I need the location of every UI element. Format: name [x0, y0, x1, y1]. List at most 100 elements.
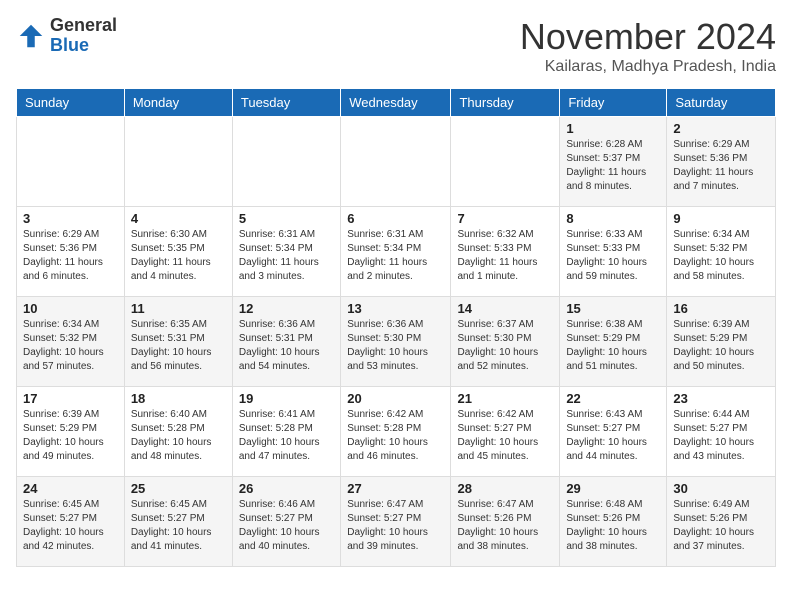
day-header-wednesday: Wednesday	[341, 89, 451, 117]
day-cell: 18 Sunrise: 6:40 AM Sunset: 5:28 PM Dayli…	[124, 387, 232, 477]
day-info: Sunrise: 6:49 AM Sunset: 5:26 PM Dayligh…	[673, 498, 769, 554]
day-info: Sunrise: 6:42 AM Sunset: 5:28 PM Dayligh…	[347, 408, 444, 464]
day-info: Sunrise: 6:46 AM Sunset: 5:27 PM Dayligh…	[239, 498, 334, 554]
day-header-monday: Monday	[124, 89, 232, 117]
day-header-thursday: Thursday	[451, 89, 560, 117]
day-number: 5	[239, 211, 334, 226]
month-title: November 2024	[520, 16, 776, 58]
day-cell: 17 Sunrise: 6:39 AM Sunset: 5:29 PM Dayli…	[17, 387, 125, 477]
day-number: 7	[457, 211, 553, 226]
day-info: Sunrise: 6:42 AM Sunset: 5:27 PM Dayligh…	[457, 408, 553, 464]
day-info: Sunrise: 6:30 AM Sunset: 5:35 PM Dayligh…	[131, 228, 226, 284]
day-number: 8	[566, 211, 660, 226]
day-cell: 25Sunrise: 6:45 AM Sunset: 5:27 PM Dayli…	[124, 477, 232, 567]
day-cell: 3 Sunrise: 6:29 AM Sunset: 5:36 PM Daylig…	[17, 207, 125, 297]
day-number: 18	[131, 391, 226, 406]
day-info: Sunrise: 6:36 AM Sunset: 5:31 PM Dayligh…	[239, 318, 334, 374]
day-info: Sunrise: 6:37 AM Sunset: 5:30 PM Dayligh…	[457, 318, 553, 374]
day-cell: 24 Sunrise: 6:45 AM Sunset: 5:27 PM Dayli…	[17, 477, 125, 567]
day-number: 4	[131, 211, 226, 226]
week-row-1: 1Sunrise: 6:28 AM Sunset: 5:37 PM Daylig…	[17, 117, 776, 207]
day-cell	[451, 117, 560, 207]
week-row-3: 10 Sunrise: 6:34 AM Sunset: 5:32 PM Dayli…	[17, 297, 776, 387]
logo-icon	[16, 21, 46, 51]
day-number: 16	[673, 301, 769, 316]
day-number: 12	[239, 301, 334, 316]
day-header-friday: Friday	[560, 89, 667, 117]
day-number: 6	[347, 211, 444, 226]
day-cell	[232, 117, 340, 207]
day-info: Sunrise: 6:40 AM Sunset: 5:28 PM Dayligh…	[131, 408, 226, 464]
day-cell: 19Sunrise: 6:41 AM Sunset: 5:28 PM Dayli…	[232, 387, 340, 477]
day-number: 19	[239, 391, 334, 406]
day-cell: 10 Sunrise: 6:34 AM Sunset: 5:32 PM Dayli…	[17, 297, 125, 387]
day-number: 17	[23, 391, 118, 406]
day-number: 2	[673, 121, 769, 136]
logo-text: General Blue	[50, 16, 117, 56]
logo-blue: Blue	[50, 36, 117, 56]
day-cell	[17, 117, 125, 207]
day-info: Sunrise: 6:31 AM Sunset: 5:34 PM Dayligh…	[347, 228, 444, 284]
calendar-table: SundayMondayTuesdayWednesdayThursdayFrid…	[16, 88, 776, 567]
day-info: Sunrise: 6:33 AM Sunset: 5:33 PM Dayligh…	[566, 228, 660, 284]
day-cell: 9 Sunrise: 6:34 AM Sunset: 5:32 PM Daylig…	[667, 207, 776, 297]
day-cell: 22Sunrise: 6:43 AM Sunset: 5:27 PM Dayli…	[560, 387, 667, 477]
day-info: Sunrise: 6:29 AM Sunset: 5:36 PM Dayligh…	[23, 228, 118, 284]
day-info: Sunrise: 6:38 AM Sunset: 5:29 PM Dayligh…	[566, 318, 660, 374]
day-number: 30	[673, 481, 769, 496]
day-number: 26	[239, 481, 334, 496]
day-info: Sunrise: 6:43 AM Sunset: 5:27 PM Dayligh…	[566, 408, 660, 464]
day-number: 14	[457, 301, 553, 316]
day-cell	[124, 117, 232, 207]
day-info: Sunrise: 6:45 AM Sunset: 5:27 PM Dayligh…	[23, 498, 118, 554]
title-area: November 2024 Kailaras, Madhya Pradesh, …	[520, 16, 776, 76]
day-cell: 26 Sunrise: 6:46 AM Sunset: 5:27 PM Dayli…	[232, 477, 340, 567]
day-cell: 7 Sunrise: 6:32 AM Sunset: 5:33 PM Daylig…	[451, 207, 560, 297]
day-cell: 20 Sunrise: 6:42 AM Sunset: 5:28 PM Dayli…	[341, 387, 451, 477]
location-title: Kailaras, Madhya Pradesh, India	[520, 58, 776, 76]
day-number: 28	[457, 481, 553, 496]
day-cell: 14 Sunrise: 6:37 AM Sunset: 5:30 PM Dayli…	[451, 297, 560, 387]
day-info: Sunrise: 6:34 AM Sunset: 5:32 PM Dayligh…	[23, 318, 118, 374]
header: General Blue November 2024 Kailaras, Mad…	[16, 16, 776, 76]
day-number: 10	[23, 301, 118, 316]
day-cell: 1Sunrise: 6:28 AM Sunset: 5:37 PM Daylig…	[560, 117, 667, 207]
day-number: 29	[566, 481, 660, 496]
day-cell: 6 Sunrise: 6:31 AM Sunset: 5:34 PM Daylig…	[341, 207, 451, 297]
day-number: 20	[347, 391, 444, 406]
day-cell: 2 Sunrise: 6:29 AM Sunset: 5:36 PM Daylig…	[667, 117, 776, 207]
day-number: 27	[347, 481, 444, 496]
day-info: Sunrise: 6:32 AM Sunset: 5:33 PM Dayligh…	[457, 228, 553, 284]
day-number: 3	[23, 211, 118, 226]
day-number: 15	[566, 301, 660, 316]
day-cell: 21Sunrise: 6:42 AM Sunset: 5:27 PM Dayli…	[451, 387, 560, 477]
day-cell	[341, 117, 451, 207]
day-header-saturday: Saturday	[667, 89, 776, 117]
day-number: 9	[673, 211, 769, 226]
day-cell: 13Sunrise: 6:36 AM Sunset: 5:30 PM Dayli…	[341, 297, 451, 387]
logo-general: General	[50, 16, 117, 36]
day-cell: 8 Sunrise: 6:33 AM Sunset: 5:33 PM Daylig…	[560, 207, 667, 297]
day-number: 1	[566, 121, 660, 136]
day-info: Sunrise: 6:39 AM Sunset: 5:29 PM Dayligh…	[673, 318, 769, 374]
day-info: Sunrise: 6:47 AM Sunset: 5:26 PM Dayligh…	[457, 498, 553, 554]
day-cell: 28 Sunrise: 6:47 AM Sunset: 5:26 PM Dayli…	[451, 477, 560, 567]
day-headers: SundayMondayTuesdayWednesdayThursdayFrid…	[17, 89, 776, 117]
day-info: Sunrise: 6:39 AM Sunset: 5:29 PM Dayligh…	[23, 408, 118, 464]
week-row-5: 24 Sunrise: 6:45 AM Sunset: 5:27 PM Dayli…	[17, 477, 776, 567]
logo: General Blue	[16, 16, 117, 56]
day-cell: 29Sunrise: 6:48 AM Sunset: 5:26 PM Dayli…	[560, 477, 667, 567]
day-number: 24	[23, 481, 118, 496]
day-cell: 12 Sunrise: 6:36 AM Sunset: 5:31 PM Dayli…	[232, 297, 340, 387]
day-number: 13	[347, 301, 444, 316]
day-info: Sunrise: 6:31 AM Sunset: 5:34 PM Dayligh…	[239, 228, 334, 284]
day-cell: 27Sunrise: 6:47 AM Sunset: 5:27 PM Dayli…	[341, 477, 451, 567]
day-info: Sunrise: 6:29 AM Sunset: 5:36 PM Dayligh…	[673, 138, 769, 194]
day-number: 11	[131, 301, 226, 316]
day-number: 25	[131, 481, 226, 496]
day-cell: 5 Sunrise: 6:31 AM Sunset: 5:34 PM Daylig…	[232, 207, 340, 297]
week-row-2: 3 Sunrise: 6:29 AM Sunset: 5:36 PM Daylig…	[17, 207, 776, 297]
day-header-sunday: Sunday	[17, 89, 125, 117]
day-info: Sunrise: 6:44 AM Sunset: 5:27 PM Dayligh…	[673, 408, 769, 464]
day-info: Sunrise: 6:34 AM Sunset: 5:32 PM Dayligh…	[673, 228, 769, 284]
